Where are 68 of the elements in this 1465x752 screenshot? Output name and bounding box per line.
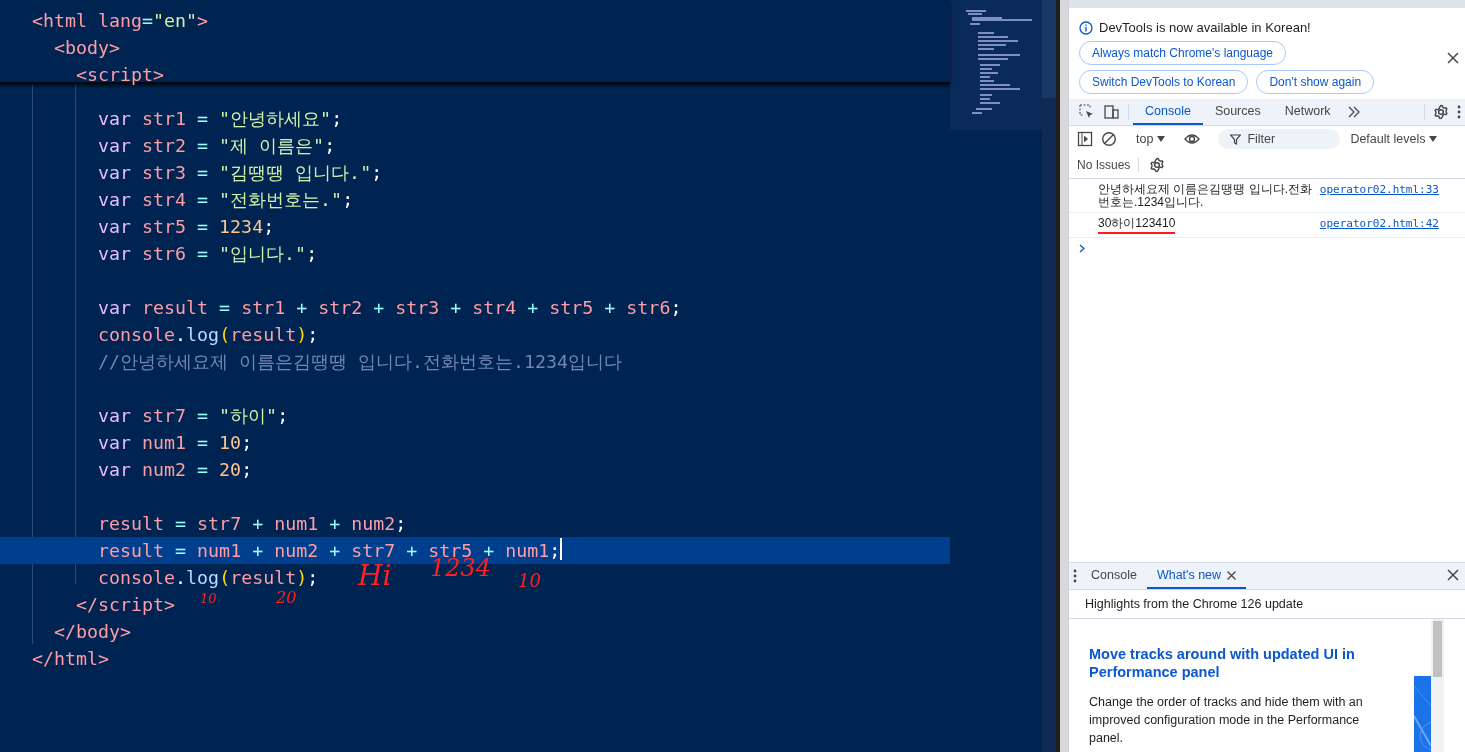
code-line: var num1 = 10;: [97, 431, 253, 455]
language-button[interactable]: Don't show again: [1256, 70, 1375, 94]
code-line: result = str7 + num1 + num2;: [97, 512, 407, 536]
source-link[interactable]: operator02.html:33: [1319, 183, 1439, 209]
handwritten-note: 10: [200, 592, 217, 605]
code-line: <html lang="en">: [32, 9, 209, 33]
eye-icon[interactable]: [1184, 131, 1202, 147]
context-dropdown[interactable]: top: [1130, 132, 1172, 146]
drawer-header: Highlights from the Chrome 126 update: [1085, 597, 1304, 611]
text-cursor: [560, 538, 563, 560]
more-tabs-icon[interactable]: [1346, 104, 1361, 120]
panel-tab[interactable]: Console: [1133, 99, 1203, 125]
close-icon[interactable]: [1447, 52, 1459, 64]
language-button[interactable]: Always match Chrome's language: [1079, 41, 1287, 65]
filter-icon: [1230, 133, 1242, 145]
filter-field[interactable]: Filter: [1218, 129, 1341, 149]
article-text: Change the order of tracks and hide them with an improved configuration mode in the Performance panel.: [1089, 694, 1364, 747]
handwritten-note: 10: [518, 572, 541, 590]
drawer-tab[interactable]: Console: [1081, 563, 1147, 589]
caret-icon: [1429, 136, 1438, 142]
close-icon[interactable]: [1447, 569, 1459, 581]
handwritten-note: 20: [276, 590, 297, 606]
source-link[interactable]: operator02.html:42: [1319, 217, 1439, 234]
scrollbar-thumb[interactable]: [1433, 621, 1442, 677]
settings-icon[interactable]: [1149, 157, 1166, 173]
console-message: 안녕하세요제 이름은김땡땡 입니다.전화번호는.1234입니다.: [1098, 183, 1313, 209]
scrollbar-track[interactable]: [1042, 0, 1056, 752]
levels-dropdown[interactable]: Default levels: [1344, 132, 1444, 146]
inspect-icon[interactable]: [1079, 104, 1095, 120]
code-line: <script>: [75, 63, 165, 87]
caret-icon: [1157, 136, 1166, 142]
panel-splitter[interactable]: [1056, 0, 1068, 752]
code-line: </script>: [75, 593, 176, 617]
info-icon: [1079, 20, 1093, 35]
code-line: var str5 = 1234;: [97, 215, 275, 239]
code-line: var str1 = "안녕하세요";: [97, 107, 343, 131]
code-line: var str4 = "전화번호는.";: [97, 188, 354, 212]
code-line: var str6 = "입니다.";: [97, 242, 318, 266]
issues-label: No Issues: [1077, 158, 1140, 172]
code-line: var str7 = "하이";: [97, 404, 289, 428]
console-message: 30하이123410: [1098, 217, 1176, 234]
code-line: </html>: [32, 647, 110, 671]
settings-icon[interactable]: [1433, 104, 1449, 120]
handwritten-note: Hi: [358, 562, 392, 590]
code-line: </body>: [53, 620, 132, 644]
panel-tab[interactable]: Network: [1272, 99, 1343, 125]
code-line: var str3 = "김땡땡 입니다.";: [97, 161, 383, 185]
more-options-icon[interactable]: [1073, 568, 1077, 584]
code-line: var num2 = 20;: [97, 458, 253, 482]
close-icon[interactable]: [1227, 570, 1237, 580]
drawer-tab[interactable]: What's new: [1146, 563, 1247, 589]
prompt-icon: [1079, 244, 1085, 253]
code-line: console.log(result);: [97, 566, 319, 590]
code-line: console.log(result);: [97, 323, 319, 347]
device-toolbar-icon[interactable]: [1103, 104, 1120, 120]
more-options-icon[interactable]: [1457, 104, 1461, 120]
code-line: //안녕하세요제 이름은김땡땡 입니다.전화번호는.1234입니다: [97, 350, 623, 374]
article-title[interactable]: Move tracks around with updated UI in Performance panel: [1089, 645, 1404, 681]
code-line: <body>: [53, 36, 121, 60]
filter-input[interactable]: Filter: [1247, 132, 1328, 146]
code-line: var str2 = "제 이름은";: [97, 134, 336, 158]
info-message: DevTools is now available in Korean!: [1099, 20, 1311, 35]
scrollbar-thumb[interactable]: [1042, 0, 1056, 98]
code-line: var result = str1 + str2 + str3 + str4 + str5 + str6;: [97, 296, 682, 320]
language-button[interactable]: Switch DevTools to Korean: [1079, 70, 1249, 94]
clear-icon[interactable]: [1101, 131, 1117, 147]
sidebar-icon[interactable]: [1077, 131, 1093, 147]
panel-tab[interactable]: Sources: [1202, 99, 1273, 125]
